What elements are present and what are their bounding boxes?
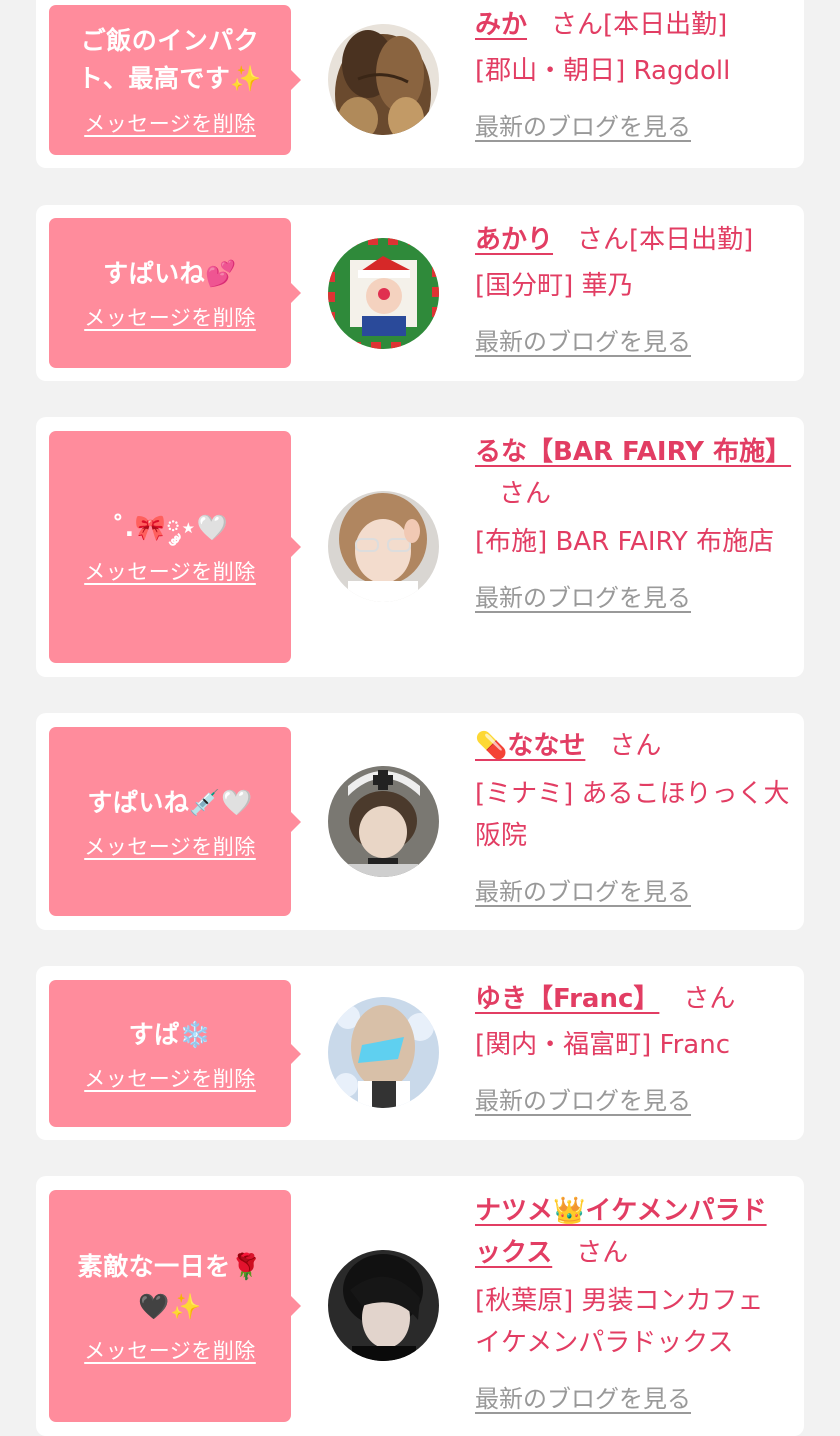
message-text: ご飯のインパクト、最高です✨ — [77, 26, 263, 93]
cast-info: あかり さん[本日出勤] [国分町] 華乃 最新のブログを見る — [475, 219, 790, 363]
message-bubble: ご飯のインパクト、最高です✨ メッセージを削除 — [49, 5, 301, 155]
message-bubble: ˚.🎀༘⋆🤍 メッセージを削除 — [49, 431, 301, 663]
latest-blog-link[interactable]: 最新のブログを見る — [475, 871, 790, 913]
delete-message-link[interactable]: メッセージを削除 — [84, 1063, 256, 1093]
latest-blog-link[interactable]: 最新のブログを見る — [475, 1378, 790, 1420]
delete-message-link[interactable]: メッセージを削除 — [84, 302, 256, 332]
cast-name-link[interactable]: あかり — [475, 225, 553, 255]
delete-message-link[interactable]: メッセージを削除 — [84, 1335, 256, 1365]
message-text: 素敵な一日を🌹🖤✨ — [77, 1252, 263, 1321]
cast-info: ナツメ👑イケメンパラドックス さん [秋葉原] 男装コンカフェ イケメンパラドック… — [475, 1190, 790, 1420]
status-label: [本日出勤] — [603, 10, 728, 40]
avatar[interactable] — [328, 491, 439, 602]
cast-info: みか さん[本日出勤] [郡山・朝日] Ragdoll 最新のブログを見る — [475, 4, 790, 148]
shop-label: [関内・福富町] Franc — [475, 1030, 731, 1060]
cast-info: 💊ななせ さん [ミナミ] あるこほりっく大阪院 最新のブログを見る — [475, 725, 790, 913]
avatar[interactable] — [328, 238, 439, 349]
message-card: ˚.🎀༘⋆🤍 メッセージを削除 るな【BAR FAIRY 布施】さん [布施] … — [36, 417, 804, 677]
avatar[interactable] — [328, 1250, 439, 1361]
latest-blog-link[interactable]: 最新のブログを見る — [475, 106, 790, 148]
message-card: ご飯のインパクト、最高です✨ メッセージを削除 みか さん[本日出勤] [郡山・朝… — [36, 0, 804, 168]
avatar[interactable] — [328, 766, 439, 877]
honorific: さん — [499, 479, 552, 509]
honorific: さん — [683, 984, 736, 1014]
message-text: すぱいね💉🤍 — [87, 787, 253, 817]
delete-message-link[interactable]: メッセージを削除 — [84, 831, 256, 861]
message-bubble: すぱいね💉🤍 メッセージを削除 — [49, 727, 301, 916]
message-bubble: すぱいね💕 メッセージを削除 — [49, 218, 301, 368]
message-card: 素敵な一日を🌹🖤✨ メッセージを削除 ナツメ👑イケメンパラドックス さん [秋葉原… — [36, 1176, 804, 1436]
delete-message-link[interactable]: メッセージを削除 — [84, 556, 256, 586]
delete-message-link[interactable]: メッセージを削除 — [84, 108, 256, 138]
honorific: さん — [577, 225, 630, 255]
shop-label: [国分町] 華乃 — [475, 271, 634, 301]
cast-name-link[interactable]: るな【BAR FAIRY 布施】 — [475, 437, 791, 467]
latest-blog-link[interactable]: 最新のブログを見る — [475, 321, 790, 363]
latest-blog-link[interactable]: 最新のブログを見る — [475, 1080, 790, 1122]
shop-label: [秋葉原] 男装コンカフェ イケメンパラドックス — [475, 1286, 764, 1358]
shop-label: [郡山・朝日] Ragdoll — [475, 56, 731, 86]
shop-label: [布施] BAR FAIRY 布施店 — [475, 527, 775, 557]
message-card: すぱ❄️ メッセージを削除 ゆき【Franc】 さん [関内・福富町] Franc… — [36, 966, 804, 1140]
message-card: すぱいね💉🤍 メッセージを削除 💊ななせ さん [ミナミ] あるこほりっく大阪院 … — [36, 713, 804, 930]
latest-blog-link[interactable]: 最新のブログを見る — [475, 577, 790, 619]
message-text: ˚.🎀༘⋆🤍 — [111, 513, 229, 542]
honorific: さん — [576, 1238, 629, 1268]
cast-info: るな【BAR FAIRY 布施】さん [布施] BAR FAIRY 布施店 最新… — [475, 431, 791, 619]
cast-name-link[interactable]: 💊ななせ — [475, 731, 585, 761]
message-card: すぱいね💕 メッセージを削除 あかり さん[本日出勤] [国分町] 華乃 最新のブ… — [36, 205, 804, 381]
message-text: すぱ❄️ — [128, 1019, 212, 1049]
shop-label: [ミナミ] あるこほりっく大阪院 — [475, 779, 790, 851]
honorific: さん — [609, 731, 662, 761]
honorific: さん — [551, 10, 604, 40]
message-bubble: すぱ❄️ メッセージを削除 — [49, 980, 301, 1127]
avatar[interactable] — [328, 24, 439, 135]
message-bubble: 素敵な一日を🌹🖤✨ メッセージを削除 — [49, 1190, 301, 1422]
status-label: [本日出勤] — [629, 225, 754, 255]
cast-name-link[interactable]: ゆき【Franc】 — [475, 984, 659, 1014]
message-text: すぱいね💕 — [103, 259, 237, 288]
cast-name-link[interactable]: みか — [475, 10, 527, 40]
cast-info: ゆき【Franc】 さん [関内・福富町] Franc 最新のブログを見る — [475, 978, 790, 1122]
avatar[interactable] — [328, 997, 439, 1108]
